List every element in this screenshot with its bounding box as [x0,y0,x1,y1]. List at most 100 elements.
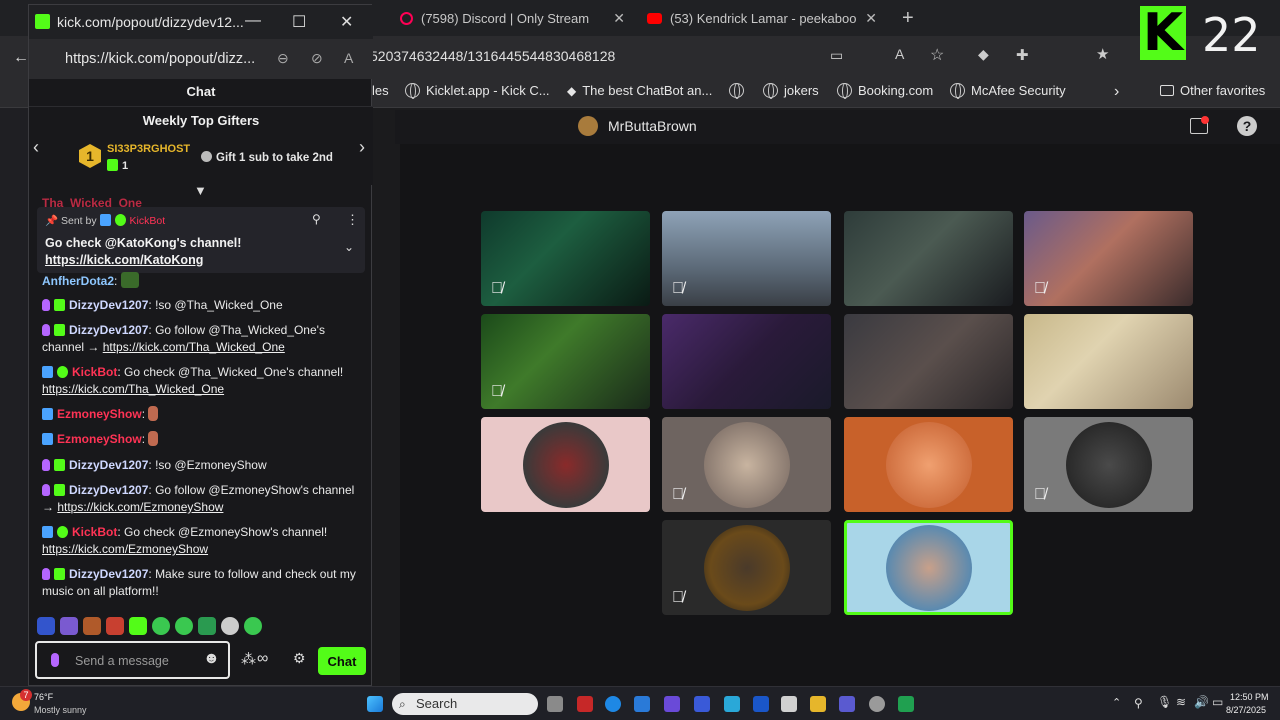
participant-tile[interactable]: 🎙̸ [662,417,831,512]
search-icon: ⌕ [399,697,406,711]
app-icon[interactable] [724,696,740,712]
gift-sub-button[interactable]: Gift 1 sub to take 2nd [201,151,333,164]
stream-host-name[interactable]: MrButtaBrown [608,118,697,134]
emote-icon[interactable] [152,617,170,635]
taskbar-search[interactable]: ⌕ Search [392,693,538,715]
other-favorites[interactable]: Other favorites [1160,83,1265,98]
kick-rewards-icon[interactable]: ⁂ [241,650,256,668]
chevron-right-icon[interactable]: › [359,137,365,158]
settings-gear-icon[interactable]: ⚙ [293,650,306,667]
app-icon[interactable] [634,696,650,712]
copilot-icon[interactable] [664,696,680,712]
send-chat-button[interactable]: Chat [318,647,366,675]
chevron-right-icon[interactable]: › [1114,83,1119,101]
microphone-icon[interactable]: 🎙 [1157,695,1172,709]
participant-tile[interactable]: 🎙̸ [662,211,831,306]
pinned-message: 📌 Sent by KickBot ⚲ ⋮ ⌄ Go check @KatoKo… [37,207,365,273]
back-arrow-icon[interactable]: ← [13,49,29,67]
video-icon[interactable]: ▭ [830,47,843,64]
avatar[interactable] [578,116,598,136]
participant-tile[interactable]: 🎙̸ [1024,417,1193,512]
close-tab-icon[interactable]: ✕ [613,10,625,27]
popout-url[interactable]: https://kick.com/popout/dizz... [65,51,255,67]
extension-icon[interactable]: ◆ [978,46,989,63]
app-icon[interactable] [898,696,914,712]
participant-tile[interactable]: 🎙̸ [481,211,650,306]
participant-tile[interactable] [844,417,1013,512]
pinned-link[interactable]: https://kick.com/KatoKong [45,253,203,267]
top-gifter-name[interactable]: SI33P3RGHOST [107,143,190,155]
windows-start-icon[interactable] [367,696,383,712]
broadcaster-badge-icon [42,324,50,336]
favorite-item[interactable]: McAfee Security [950,83,1066,99]
participant-tile[interactable] [844,314,1013,409]
read-aloud-icon[interactable]: A [895,46,904,62]
favorite-item[interactable] [729,83,744,99]
edge-icon[interactable] [605,696,621,712]
tracking-prevention-icon[interactable]: ⊘ [311,50,323,67]
puzzle-icon[interactable]: ✚ [1016,46,1029,64]
globe-icon [763,83,778,99]
emote-icon[interactable] [244,617,262,635]
close-tab-icon[interactable]: ✕ [865,10,877,27]
zoom-icon[interactable] [753,696,769,712]
mcafee-icon[interactable] [577,696,593,712]
background-url-text[interactable]: 520374632448/1316445544830468128 [370,48,615,64]
favorite-item[interactable]: ◆ The best ChatBot an... [567,83,712,98]
help-icon[interactable]: ? [1237,116,1257,136]
chevron-down-icon[interactable]: ⌄ [344,240,354,254]
tab-discord[interactable]: (7598) Discord | Only Stream ✕ [390,5,635,31]
show-hidden-icons[interactable]: ⌃ [1112,696,1121,709]
chevron-left-icon[interactable]: ‹ [33,137,39,158]
clock-date[interactable]: 8/27/2025 [1226,705,1266,715]
infinity-icon[interactable]: ∞ [257,650,268,668]
minimize-button[interactable]: — [245,12,261,30]
maximize-button[interactable]: ☐ [292,12,306,32]
favorite-item[interactable]: les [372,83,389,98]
store-icon[interactable] [781,696,797,712]
emote-icon[interactable] [221,617,239,635]
chat-message: DizzyDev1207: Go follow @Tha_Wicked_One'… [42,323,325,354]
favorite-item[interactable]: jokers [763,83,819,99]
task-view-icon[interactable] [547,696,563,712]
settings-icon[interactable] [869,696,885,712]
clock-time[interactable]: 12:50 PM [1230,692,1269,702]
emote-icon[interactable] [83,617,101,635]
participant-tile[interactable] [662,314,831,409]
wifi-icon[interactable]: ≋ [1176,695,1186,709]
emote-icon[interactable] [175,617,193,635]
read-aloud-icon[interactable]: A [344,50,353,66]
emote-icon[interactable] [37,617,55,635]
participant-tile[interactable]: 🎙̸ [662,520,831,615]
teams-icon[interactable] [839,696,855,712]
favorite-item[interactable]: Kicklet.app - Kick C... [405,83,550,99]
participant-tile[interactable] [1024,314,1193,409]
tab-youtube[interactable]: (53) Kendrick Lamar - peekaboo ✕ [637,5,887,31]
emoji-picker-icon[interactable]: ☻ [203,650,220,668]
participant-tile[interactable]: 🎙̸ [1024,211,1193,306]
participant-tile[interactable]: 🎙̸ [481,314,650,409]
app-icon[interactable] [694,696,710,712]
emote-icon[interactable] [106,617,124,635]
collections-icon[interactable]: ★ [1096,45,1109,63]
avatar [1065,421,1152,508]
participant-tile-active-speaker[interactable] [844,520,1013,615]
close-window-button[interactable]: ✕ [340,12,353,32]
emote-icon[interactable] [60,617,78,635]
emote-icon[interactable] [198,617,216,635]
participant-tile[interactable] [844,211,1013,306]
favorite-star-icon[interactable]: ☆ [930,45,944,65]
chat-message: AnfherDota2: [42,272,362,290]
message-input[interactable] [75,652,195,670]
emote-icon[interactable] [129,617,147,635]
pin-toggle-icon[interactable]: ⚲ [312,212,321,226]
zoom-out-icon[interactable]: ⊖ [277,50,289,67]
new-tab-button[interactable]: + [892,5,922,31]
participant-tile[interactable] [481,417,650,512]
volume-icon[interactable]: 🔊 [1194,695,1209,709]
file-explorer-icon[interactable] [810,696,826,712]
favorite-item[interactable]: Booking.com [837,83,933,99]
tray-icon[interactable]: ⚲ [1134,696,1143,710]
battery-icon[interactable]: ▭ [1212,695,1223,709]
more-options-icon[interactable]: ⋮ [346,212,359,228]
